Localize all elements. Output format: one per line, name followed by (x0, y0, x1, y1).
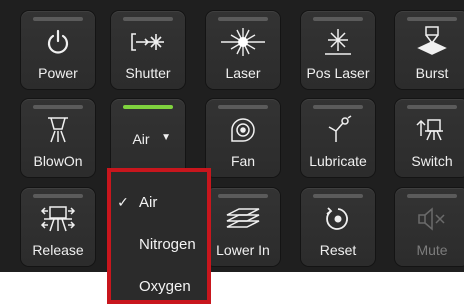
option-label: Nitrogen (139, 235, 196, 253)
status-indicator (407, 105, 457, 109)
status-indicator (218, 105, 268, 109)
power-label: Power (38, 65, 78, 81)
reset-icon (301, 202, 375, 236)
option-label: Oxygen (139, 277, 191, 295)
speaker-mute-icon (395, 202, 464, 236)
pos-laser-icon (301, 25, 375, 59)
status-indicator (313, 194, 363, 198)
release-icon (21, 202, 95, 236)
dropdown-option-nitrogen[interactable]: Nitrogen (111, 224, 207, 264)
control-panel: Power Shutter Laser Pos Laser Burst Blow… (0, 0, 464, 272)
status-indicator (33, 194, 83, 198)
lubricate-button[interactable]: Lubricate (301, 99, 375, 177)
dropdown-option-oxygen[interactable]: Oxygen (111, 266, 207, 306)
reset-label: Reset (319, 242, 357, 258)
burst-button[interactable]: Burst (395, 11, 464, 89)
blowon-button[interactable]: BlowOn (21, 99, 95, 177)
lower-in-icon (206, 202, 280, 236)
mute-button[interactable]: Mute (395, 188, 464, 266)
shutter-label: Shutter (125, 65, 171, 81)
pos-laser-label: Pos Laser (306, 65, 370, 81)
lower-in-label: Lower In (216, 242, 270, 258)
switch-button[interactable]: Switch (395, 99, 464, 177)
status-indicator (407, 194, 457, 198)
fan-label: Fan (230, 153, 256, 169)
release-label: Release (32, 242, 84, 258)
pos-laser-button[interactable]: Pos Laser (301, 11, 375, 89)
switch-label: Switch (411, 153, 453, 169)
mute-label: Mute (416, 242, 448, 258)
lower-in-button[interactable]: Lower In (206, 188, 280, 266)
shutter-icon (111, 25, 185, 59)
shutter-button[interactable]: Shutter (111, 11, 185, 89)
fan-icon (206, 113, 280, 147)
burst-nozzle-icon (395, 25, 464, 59)
release-button[interactable]: Release (21, 188, 95, 266)
switch-icon (395, 113, 464, 147)
active-indicator (123, 105, 173, 109)
gas-dropdown-menu: ✓ Air Nitrogen Oxygen (107, 168, 211, 304)
check-icon: ✓ (117, 193, 129, 210)
dropdown-caret-icon: ▼ (161, 132, 171, 143)
status-indicator (313, 105, 363, 109)
laser-burst-icon (206, 25, 280, 59)
burst-label: Burst (415, 65, 449, 81)
dropdown-option-air[interactable]: ✓ Air (111, 182, 207, 222)
power-button[interactable]: Power (21, 11, 95, 89)
status-indicator (407, 17, 457, 21)
status-indicator (313, 17, 363, 21)
gas-select-button[interactable]: Air ▼ (111, 99, 185, 177)
lubricate-icon (301, 113, 375, 147)
laser-label: Laser (225, 65, 261, 81)
status-indicator (218, 194, 268, 198)
status-indicator (123, 17, 173, 21)
power-icon (21, 25, 95, 59)
fan-button[interactable]: Fan (206, 99, 280, 177)
blowon-label: BlowOn (33, 153, 83, 169)
lubricate-label: Lubricate (309, 153, 367, 169)
status-indicator (33, 105, 83, 109)
blow-nozzle-icon (21, 113, 95, 147)
laser-button[interactable]: Laser (206, 11, 280, 89)
option-label: Air (139, 193, 158, 211)
reset-button[interactable]: Reset (301, 188, 375, 266)
status-indicator (33, 17, 83, 21)
status-indicator (218, 17, 268, 21)
